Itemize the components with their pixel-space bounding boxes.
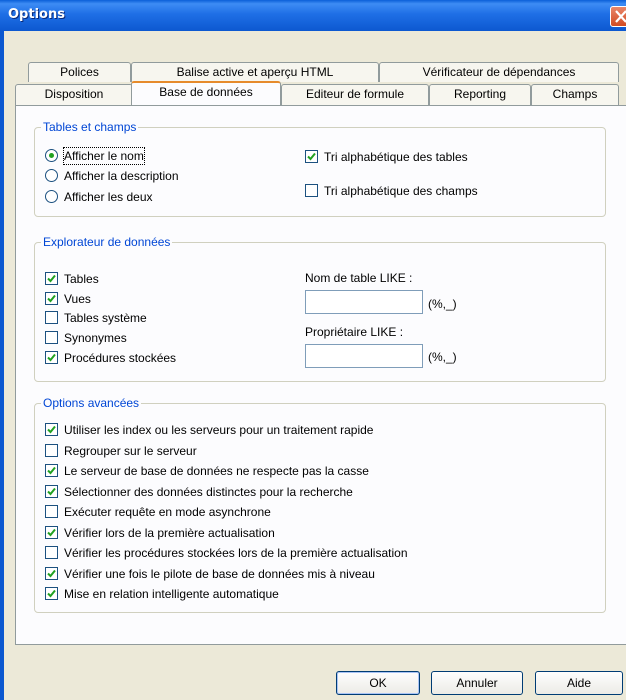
help-button[interactable]: Aide: [535, 671, 623, 695]
radio-label: Afficher les deux: [64, 190, 153, 204]
close-icon: [615, 10, 626, 23]
tab-label: Polices: [60, 65, 99, 79]
checkbox: [45, 546, 58, 559]
title-bar[interactable]: Options: [0, 0, 626, 31]
tab-balise-active[interactable]: Balise active et aperçu HTML: [131, 62, 379, 82]
checkbox: [305, 150, 318, 163]
radio-selected-dot: [49, 153, 54, 158]
checkbox-label: Le serveur de base de données ne respect…: [64, 464, 369, 478]
checkbox: [45, 351, 58, 364]
checkbox: [45, 423, 58, 436]
checkmark-icon: [47, 569, 56, 577]
checkbox-label: Utiliser les index ou les serveurs pour …: [64, 423, 374, 437]
checkbox-label: Mise en relation intelligente automatiqu…: [64, 587, 279, 601]
tab-polices[interactable]: Polices: [28, 62, 131, 82]
tab-label: Editeur de formule: [305, 87, 405, 101]
radio-button: [45, 190, 58, 203]
checkbox-label: Tables: [64, 272, 99, 286]
radio-button: [45, 149, 58, 162]
table-like-hint: (%,_): [428, 297, 457, 311]
group-explorateur-de-donnees: Explorateur de données Tables Vues Table…: [34, 235, 606, 382]
tab-label: Champs: [552, 87, 598, 101]
owner-like-input[interactable]: [305, 344, 423, 368]
checkbox-label: Regrouper sur le serveur: [64, 443, 197, 458]
checkbox: [45, 331, 58, 344]
tab-panel-base-de-donnees: Tables et champs Afficher le nom Affiche…: [15, 105, 626, 645]
checkbox-label: Tables système: [64, 311, 147, 325]
checkbox-label: Sélectionner des données distinctes pour…: [64, 484, 353, 499]
checkmark-icon: [47, 425, 56, 434]
close-button[interactable]: [610, 6, 626, 27]
tab-label: Disposition: [44, 87, 104, 101]
tab-champs[interactable]: Champs: [531, 84, 619, 105]
group-title: Options avancées: [41, 396, 142, 410]
window-frame: [0, 31, 4, 700]
checkbox: [45, 484, 58, 498]
checkbox: [45, 292, 58, 305]
radio-label: Afficher le nom: [63, 147, 145, 165]
checkbox-label: Exécuter requête en mode asynchrone: [64, 505, 271, 519]
group-title: Explorateur de données: [41, 235, 173, 249]
checkbox-label: Vues: [64, 292, 91, 306]
radio-label: Afficher la description: [64, 169, 179, 183]
window-title: Options: [8, 7, 65, 22]
checkbox: [45, 566, 58, 580]
checkmark-icon: [47, 589, 56, 598]
checkbox-label: Tri alphabétique des champs: [324, 184, 478, 198]
checkmark-icon: [47, 487, 56, 495]
checkbox: [45, 525, 58, 539]
tab-verificateur[interactable]: Vérificateur de dépendances: [379, 62, 619, 82]
checkmark-icon: [307, 152, 316, 161]
radio-button: [45, 169, 58, 182]
tab-base-de-donnees[interactable]: Base de données: [131, 81, 281, 105]
tab-reporting[interactable]: Reporting: [429, 84, 531, 105]
table-like-label: Nom de table LIKE :: [305, 271, 413, 285]
checkbox: [45, 587, 58, 600]
checkbox-label: Procédures stockées: [64, 351, 177, 365]
checkbox-label: Tri alphabétique des tables: [324, 150, 468, 164]
tab-label: Balise active et aperçu HTML: [176, 65, 334, 79]
tab-label: Base de données: [159, 85, 253, 99]
checkbox-label: Vérifier une fois le pilote de base de d…: [64, 566, 375, 581]
checkbox: [45, 505, 58, 518]
checkbox-label: Synonymes: [64, 331, 127, 345]
checkbox: [45, 464, 58, 477]
tab-label: Reporting: [453, 87, 507, 101]
owner-like-hint: (%,_): [428, 350, 457, 364]
checkmark-icon: [47, 274, 56, 283]
checkbox: [305, 184, 318, 197]
tab-disposition[interactable]: Disposition: [15, 84, 133, 105]
checkmark-icon: [47, 353, 56, 362]
tab-label: Vérificateur de dépendances: [422, 65, 576, 79]
checkbox-label: Vérifier lors de la première actualisati…: [64, 525, 275, 540]
checkmark-icon: [47, 294, 56, 303]
group-tables-et-champs: Tables et champs Afficher le nom Affiche…: [34, 120, 606, 217]
checkbox: [45, 443, 58, 457]
checkmark-icon: [47, 466, 56, 475]
tab-editeur-de-formule[interactable]: Editeur de formule: [281, 84, 429, 105]
cancel-button[interactable]: Annuler: [431, 671, 523, 695]
ok-button[interactable]: OK: [336, 671, 420, 695]
table-like-input[interactable]: [305, 290, 423, 314]
checkbox: [45, 272, 58, 285]
owner-like-label: Propriétaire LIKE :: [305, 325, 404, 339]
group-title: Tables et champs: [41, 120, 139, 134]
checkbox-label: Vérifier les procédures stockées lors de…: [64, 546, 408, 560]
checkbox: [45, 311, 58, 324]
checkmark-icon: [47, 528, 56, 536]
group-options-avancees: Options avancées Utiliser les index ou l…: [34, 396, 606, 613]
